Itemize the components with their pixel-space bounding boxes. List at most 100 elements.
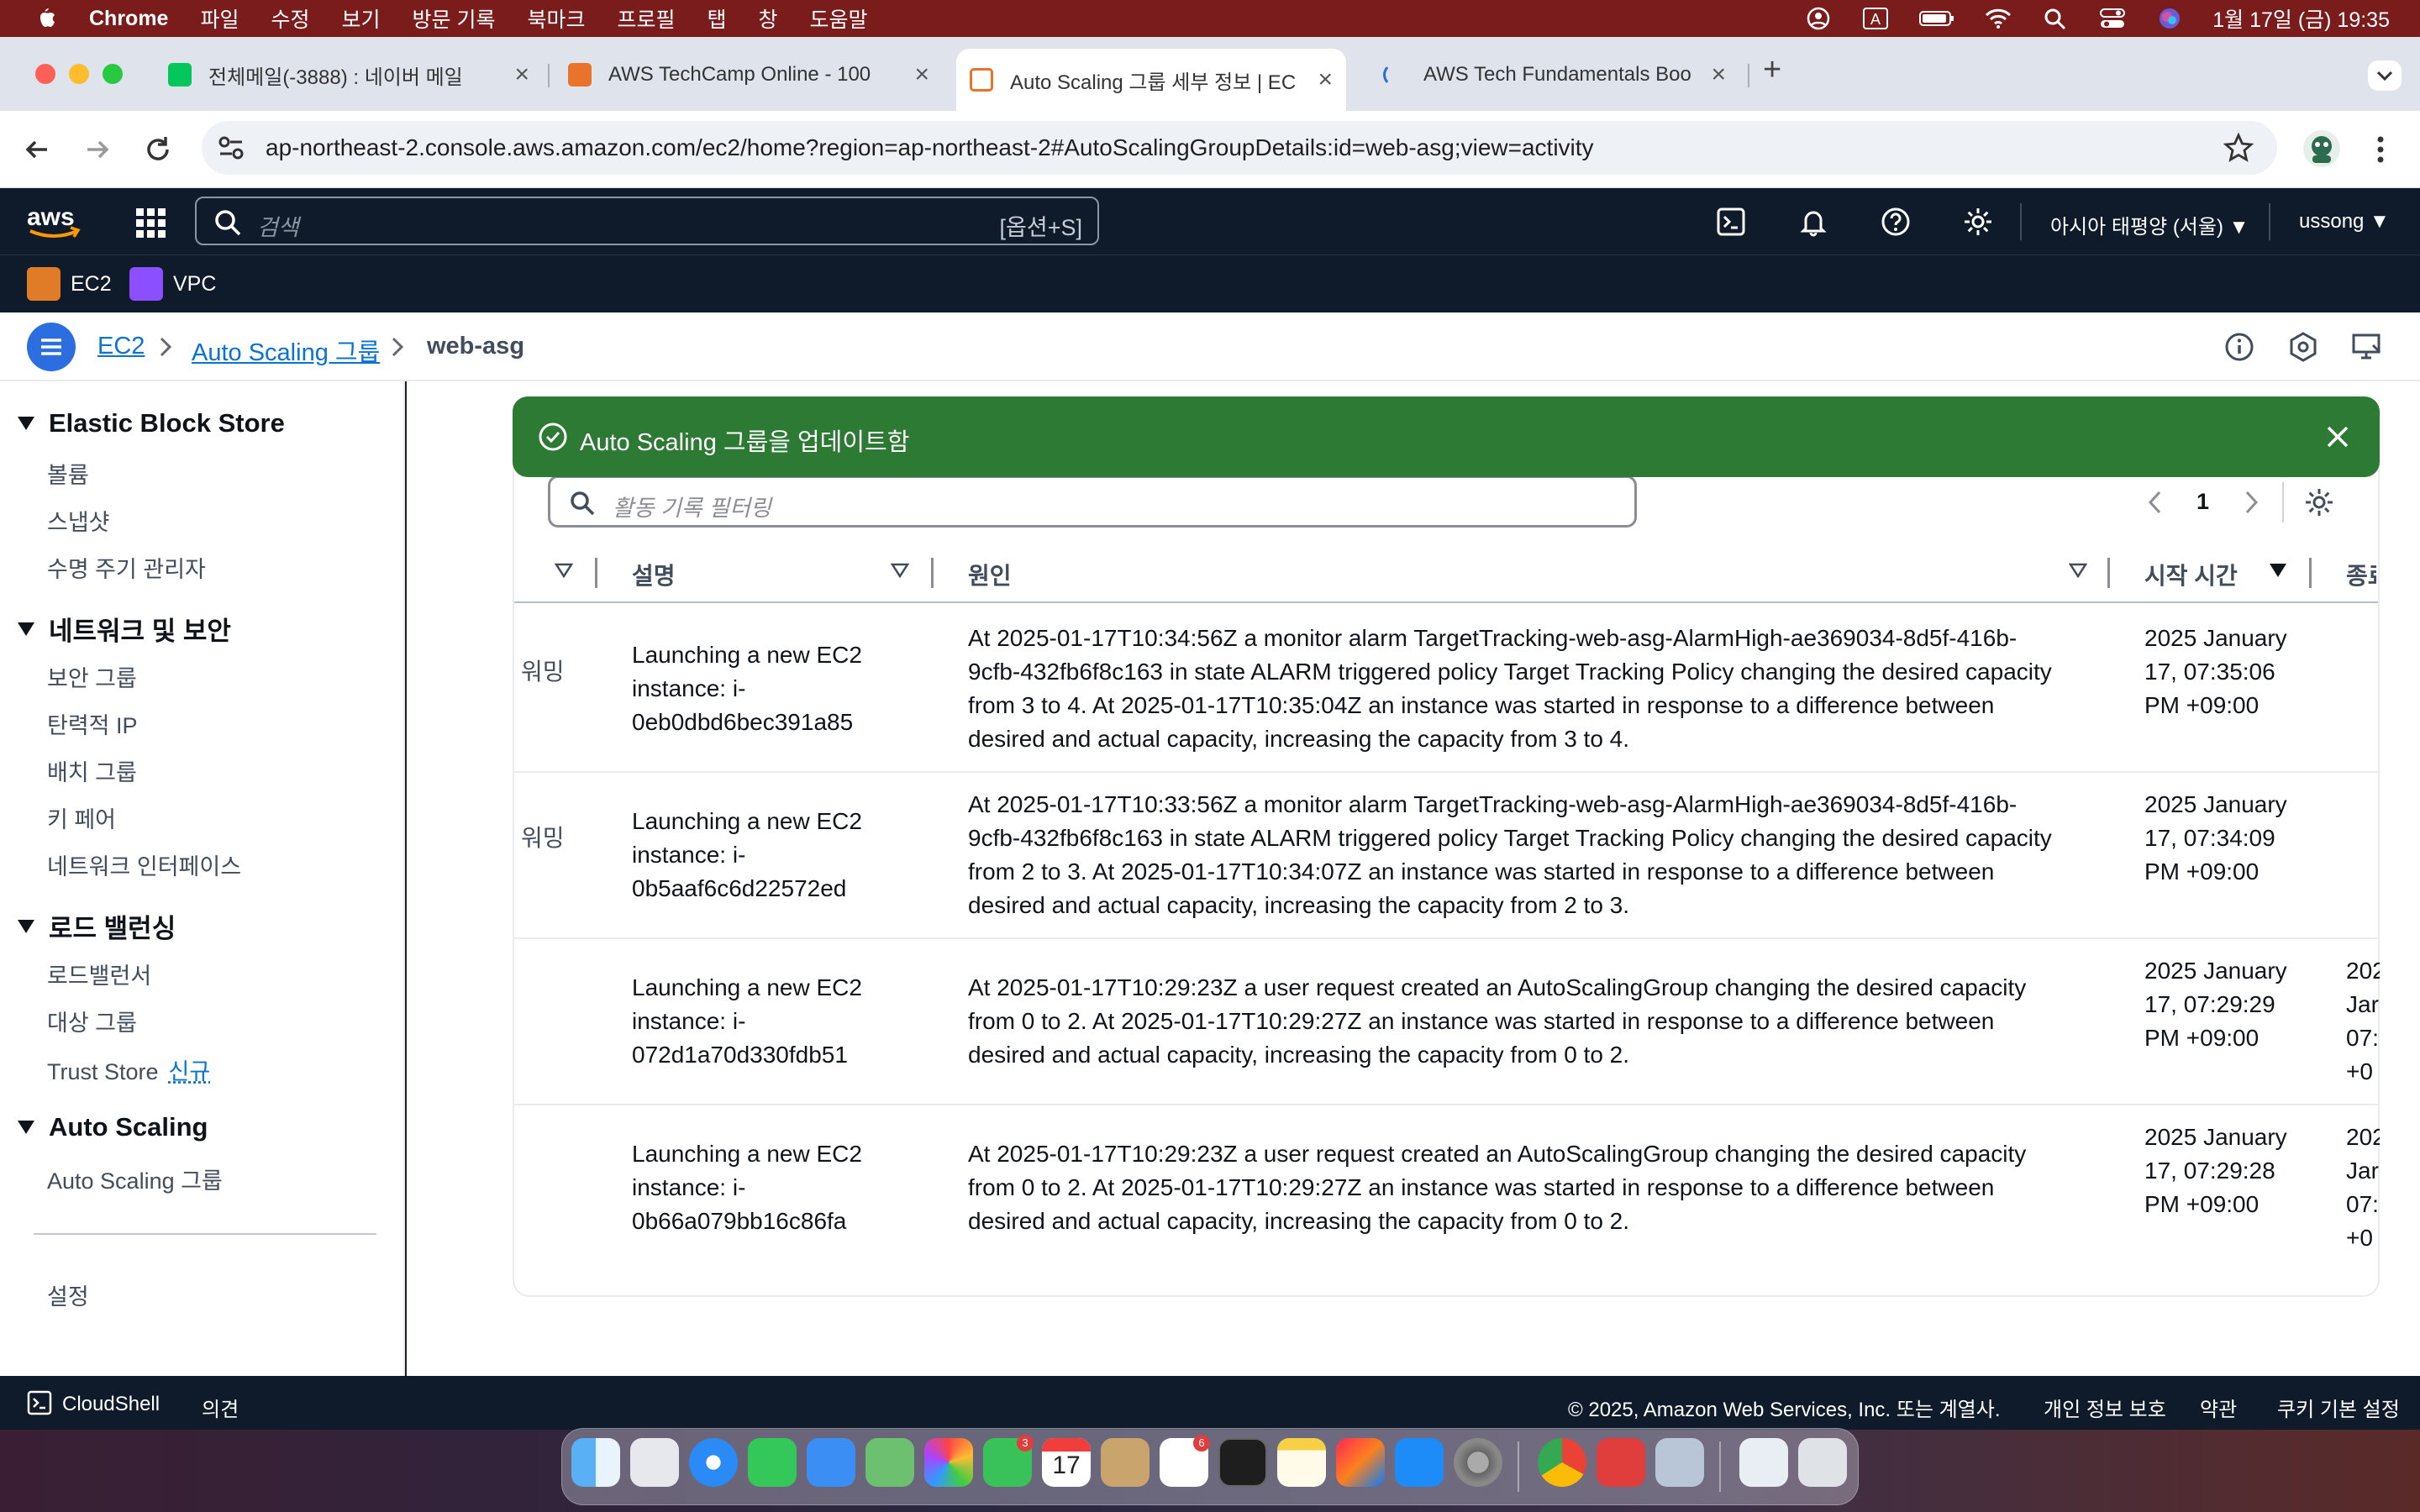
new-badge[interactable]: 신규 (169, 1059, 211, 1084)
table-preferences-gear-icon[interactable] (2304, 487, 2334, 517)
tab-close-icon[interactable]: × (514, 60, 529, 89)
activity-filter-input[interactable]: 활동 기록 필터링 (548, 475, 1637, 528)
footer-cookie-preferences[interactable]: 쿠키 기본 설정 (2277, 1393, 2400, 1422)
description-column-sort-icon[interactable] (891, 563, 909, 578)
menu-help[interactable]: 도움말 (810, 3, 868, 34)
messages-icon[interactable] (748, 1438, 797, 1487)
user-status-icon[interactable] (1804, 6, 1833, 31)
nav-section-network-security[interactable]: 네트워크 및 보안 (17, 610, 231, 648)
control-center-icon[interactable] (2098, 6, 2127, 31)
tab-aws-tech-fundamentals[interactable]: AWS Tech Fundamentals Boo × (1383, 54, 1726, 96)
status-column-sort-icon[interactable] (555, 563, 573, 578)
nav-link-network-interfaces[interactable]: 네트워크 인터페이스 (47, 848, 241, 881)
system-settings-icon[interactable] (1454, 1438, 1502, 1487)
column-resizer[interactable] (595, 558, 597, 588)
column-resizer[interactable] (2107, 558, 2110, 588)
tab-close-icon[interactable]: × (1318, 66, 1333, 94)
feedback-screen-icon[interactable] (2351, 331, 2383, 363)
window-close-button[interactable] (35, 64, 55, 84)
tab-search-chevron-icon[interactable] (2368, 60, 2402, 91)
dismiss-close-icon[interactable] (2323, 422, 2353, 452)
footer-feedback[interactable]: 의견 (202, 1393, 239, 1422)
nav-link-snapshots[interactable]: 스냅샷 (47, 504, 110, 537)
calendar-icon[interactable]: 17 (1042, 1438, 1091, 1487)
battery-icon[interactable] (1918, 6, 1955, 31)
safari-icon[interactable] (689, 1438, 738, 1487)
footer-privacy[interactable]: 개인 정보 보호 (2044, 1393, 2166, 1422)
notifications-hex-icon[interactable] (2287, 331, 2319, 363)
column-header-start-time[interactable]: 시작 시간 (2144, 558, 2238, 591)
side-navigation-toggle[interactable] (27, 323, 76, 371)
menu-bookmarks[interactable]: 북마크 (527, 3, 585, 34)
forward-arrow-icon[interactable] (81, 133, 114, 166)
nav-section-auto-scaling[interactable]: Auto Scaling (17, 1112, 208, 1142)
menu-history[interactable]: 방문 기록 (413, 3, 496, 34)
help-icon[interactable] (1881, 207, 1911, 237)
profile-avatar-icon[interactable] (2302, 129, 2341, 168)
nav-link-security-groups[interactable]: 보안 그룹 (47, 660, 137, 693)
nav-link-elastic-ips[interactable]: 탄력적 IP (47, 707, 138, 740)
stickies-app-icon[interactable] (1597, 1438, 1645, 1487)
terminal-icon[interactable] (1218, 1438, 1267, 1487)
tab-naver-mail[interactable]: 전체메일(-3888) : 네이버 메일 × (168, 54, 529, 96)
site-settings-icon[interactable] (217, 134, 245, 161)
browser-menu-kebab-icon[interactable] (2375, 134, 2386, 165)
trash-icon[interactable] (1798, 1438, 1847, 1487)
bookmark-star-icon[interactable] (2223, 133, 2254, 163)
nav-link-lifecycle-manager[interactable]: 수명 주기 관리자 (47, 551, 206, 584)
chrome-icon[interactable] (1538, 1438, 1586, 1487)
apple-icon[interactable] (32, 6, 57, 31)
menu-view[interactable]: 보기 (342, 3, 381, 34)
downloads-stack-icon[interactable] (1739, 1438, 1788, 1487)
new-tab-button[interactable]: + (1763, 52, 1781, 88)
menu-profiles[interactable]: 프로필 (617, 3, 675, 34)
window-zoom-button[interactable] (103, 64, 123, 84)
breadcrumb-auto-scaling-groups[interactable]: Auto Scaling 그룹 (192, 333, 380, 368)
favorite-vpc[interactable]: VPC (129, 267, 216, 301)
breadcrumb-ec2[interactable]: EC2 (97, 333, 145, 360)
maps-icon[interactable] (865, 1438, 914, 1487)
menu-app-name[interactable]: Chrome (89, 7, 168, 31)
nav-link-placement-groups[interactable]: 배치 그룹 (47, 754, 137, 787)
cloudshell-icon[interactable] (1716, 207, 1746, 237)
nav-link-settings[interactable]: 설정 (47, 1278, 89, 1311)
info-icon[interactable] (2223, 331, 2255, 363)
app-store-icon[interactable] (1395, 1438, 1444, 1487)
footer-terms[interactable]: 약관 (2200, 1393, 2237, 1422)
notes-icon[interactable] (1277, 1438, 1326, 1487)
start-time-sorted-desc-icon[interactable] (2269, 563, 2287, 578)
siri-icon[interactable] (2155, 6, 2184, 31)
pagination-previous-icon[interactable] (2146, 489, 2165, 516)
column-header-description[interactable]: 설명 (632, 558, 676, 591)
cause-column-sort-icon[interactable] (2069, 563, 2087, 578)
tab-auto-scaling-details[interactable]: Auto Scaling 그룹 세부 정보 | EC × (956, 49, 1346, 111)
user-menu[interactable]: ussong ▼ (2299, 210, 2390, 234)
column-resizer[interactable] (2309, 558, 2312, 588)
launchpad-icon[interactable] (630, 1438, 679, 1487)
footer-cloudshell[interactable]: CloudShell (62, 1393, 160, 1416)
nav-link-volumes[interactable]: 볼륨 (47, 457, 89, 490)
settings-gear-icon[interactable] (1963, 207, 1993, 237)
photos-icon[interactable] (924, 1438, 973, 1487)
reload-icon[interactable] (141, 133, 175, 166)
tab-close-icon[interactable]: × (1711, 60, 1726, 89)
aws-search-field[interactable]: 검색 [옵션+S] (195, 197, 1099, 245)
services-grid-icon[interactable] (134, 207, 166, 239)
nav-link-load-balancers[interactable]: 로드밸런서 (47, 958, 151, 990)
spotlight-search-icon[interactable] (2041, 6, 2070, 31)
intellij-idea-icon[interactable] (1336, 1438, 1385, 1487)
column-header-cause[interactable]: 원인 (968, 558, 1012, 591)
back-arrow-icon[interactable] (20, 133, 54, 166)
region-selector[interactable]: 아시아 태평양 (서울) ▼ (2050, 210, 2249, 239)
nav-section-ebs[interactable]: Elastic Block Store (17, 408, 285, 438)
menubar-clock[interactable]: 1월 17일 (금) 19:35 (2212, 3, 2390, 34)
address-bar[interactable]: ap-northeast-2.console.aws.amazon.com/ec… (202, 121, 2277, 175)
aws-logo[interactable]: aws (27, 203, 82, 240)
preview-icon[interactable] (1655, 1438, 1704, 1487)
pagination-page-number[interactable]: 1 (2196, 489, 2209, 515)
wifi-icon[interactable] (1984, 6, 2012, 31)
menu-tab[interactable]: 탭 (708, 3, 727, 34)
menu-file[interactable]: 파일 (200, 3, 239, 34)
pagination-next-icon[interactable] (2242, 489, 2260, 516)
nav-link-trust-stores[interactable]: Trust Store 신규 (47, 1053, 210, 1086)
